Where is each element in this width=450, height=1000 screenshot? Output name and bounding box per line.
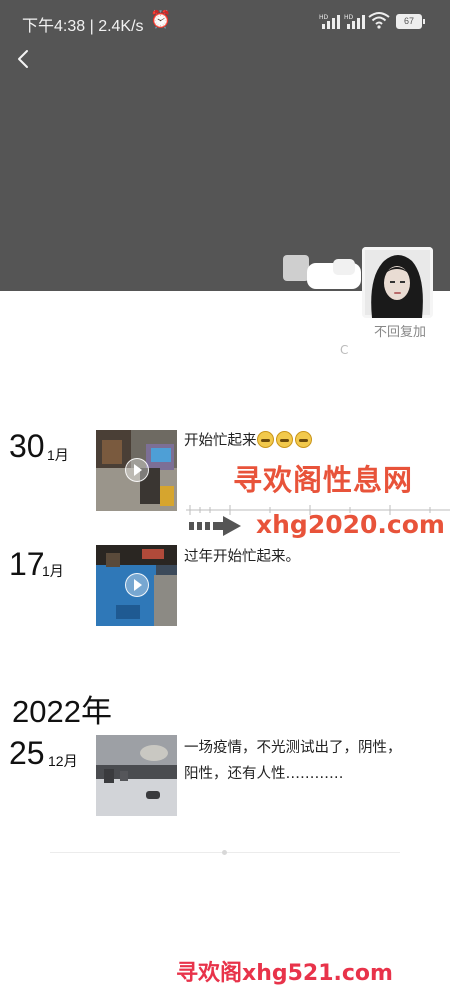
emoji-icon [294, 431, 312, 448]
watermark-url: xhg2020.com [256, 510, 445, 539]
arrow-right-icon [189, 516, 241, 536]
photo-thumbnail-image [96, 735, 177, 816]
watermark-text: 寻欢阁性息网 [233, 463, 414, 497]
back-button[interactable] [12, 44, 38, 74]
status-bar: 下午4:38 | 2.4K/s ⏰ HD HD 67 [0, 0, 450, 42]
signal-icon-2: HD [344, 14, 365, 29]
post-month: 12月 [48, 753, 78, 769]
wifi-icon [368, 12, 390, 29]
profile-subline: C [340, 343, 349, 357]
svg-text:HD: HD [344, 14, 354, 21]
post-month: 1月 [47, 447, 69, 463]
post-caption: 过年开始忙起来。 [184, 549, 300, 565]
avatar-image [362, 247, 433, 318]
battery-indicator: 67 [396, 14, 425, 29]
play-icon [125, 573, 149, 597]
video-thumbnail[interactable] [96, 430, 177, 511]
chevron-left-icon [18, 50, 28, 68]
post-month: 1月 [42, 563, 64, 579]
post-caption: 一场疫情，不光测试出了，阴性，阳性，还有人性………… [184, 740, 402, 782]
emoji-icon [256, 431, 274, 448]
post-caption: 开始忙起来 [184, 428, 404, 454]
watermark-footer: 寻欢阁xhg521.com [176, 961, 393, 986]
play-icon [125, 458, 149, 482]
nickname-blurred [283, 255, 361, 289]
year-heading: 2022年 [12, 694, 112, 729]
signal-icon: HD [319, 14, 340, 29]
profile-signature: 不回复加 [374, 325, 427, 339]
avatar[interactable] [362, 247, 433, 318]
alarm-icon: ⏰ [150, 10, 172, 29]
photo-thumbnail[interactable] [96, 735, 177, 816]
emoji-icon [275, 431, 293, 448]
post-day: 17 [9, 546, 45, 582]
post-day: 25 [9, 735, 45, 771]
status-time-speed: 下午4:38 | 2.4K/s [22, 18, 144, 35]
post-day: 30 [9, 428, 45, 464]
video-thumbnail[interactable] [96, 545, 177, 626]
svg-text:HD: HD [319, 14, 329, 21]
divider-dot [222, 850, 227, 855]
